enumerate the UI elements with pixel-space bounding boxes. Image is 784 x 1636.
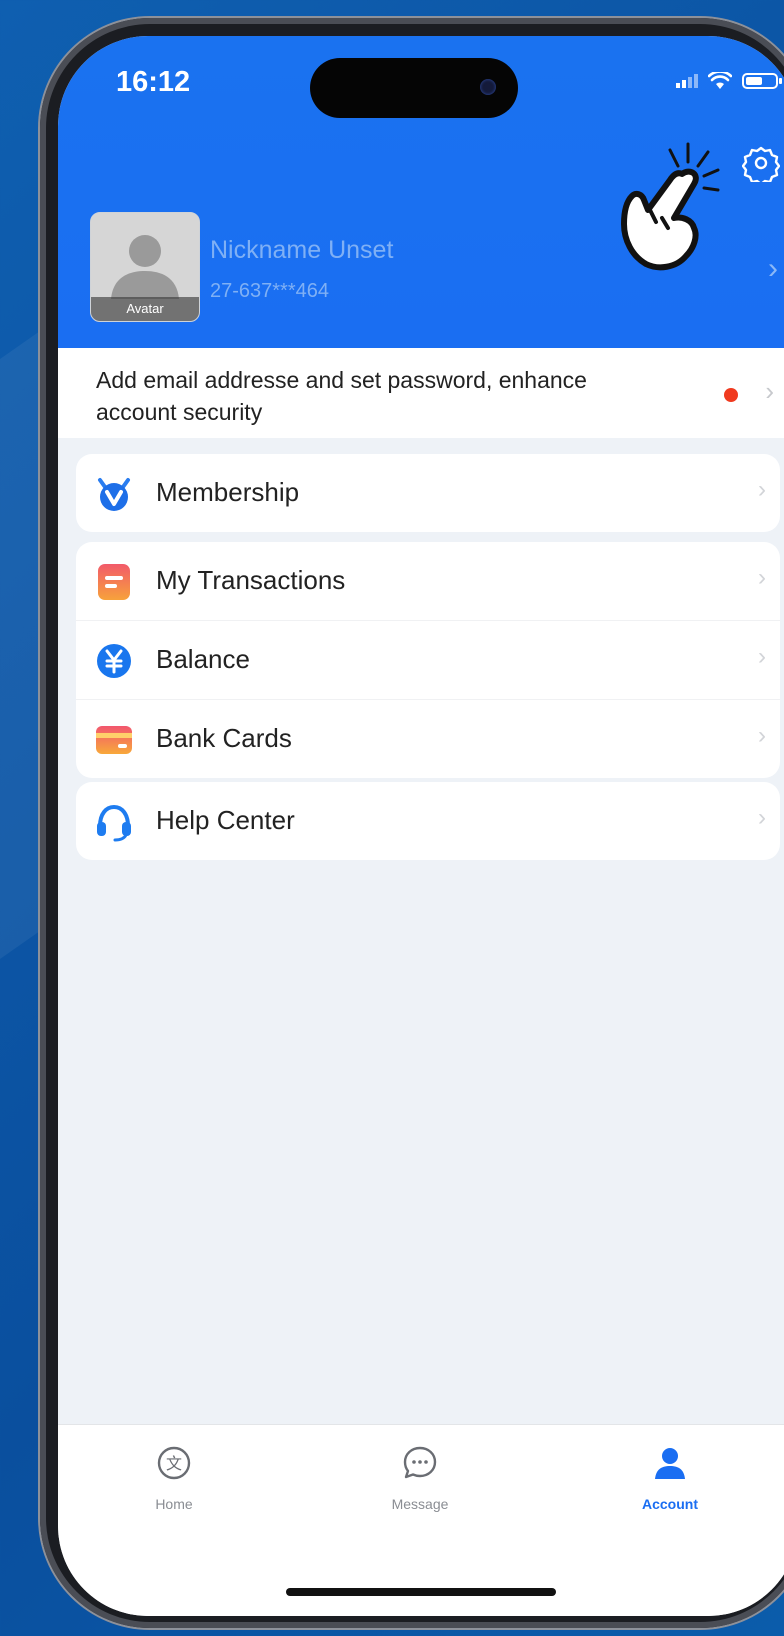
card-icon — [96, 726, 132, 754]
nickname[interactable]: Nickname Unset — [210, 236, 393, 265]
headset-icon — [97, 804, 131, 842]
membership-icon — [98, 478, 130, 511]
menu-item-bank-cards[interactable]: Bank Cards › — [76, 699, 780, 778]
menu-item-label: Help Center — [156, 805, 295, 835]
tab-message[interactable]: Message — [360, 1443, 480, 1512]
avatar-label: Avatar — [91, 297, 199, 321]
chevron-right-icon: › — [765, 376, 774, 406]
chevron-right-icon: › — [758, 643, 766, 670]
chevron-right-icon: › — [758, 564, 766, 591]
menu-item-label: Balance — [156, 644, 250, 674]
home-indicator[interactable] — [286, 1588, 556, 1596]
menu-item-label: Membership — [156, 477, 300, 507]
chevron-right-icon: › — [758, 722, 766, 749]
account-icon — [655, 1448, 685, 1479]
tab-account[interactable]: Account — [610, 1443, 730, 1512]
help-card: Help Center › — [76, 782, 780, 860]
security-prompt-text: Add email addresse and set password, enh… — [96, 367, 587, 425]
tab-label: Message — [391, 1496, 449, 1512]
menu-item-help-center[interactable]: Help Center › — [76, 782, 780, 860]
phone-number: 27-637***464 — [210, 280, 329, 302]
tab-label: Home — [155, 1496, 193, 1512]
account-header: 16:12 Avatar Nickname Unset 27-637***464… — [58, 36, 784, 348]
chevron-right-icon[interactable]: › — [768, 252, 778, 286]
svg-text:文: 文 — [166, 1454, 182, 1473]
security-prompt[interactable]: Add email addresse and set password, enh… — [58, 348, 784, 438]
membership-card: Membership › — [76, 454, 780, 532]
cellular-signal-icon — [676, 74, 698, 88]
menu-item-label: Bank Cards — [156, 723, 292, 753]
battery-icon — [742, 73, 782, 89]
message-icon — [403, 1446, 437, 1479]
camera-icon — [480, 79, 496, 95]
menu-item-balance[interactable]: Balance › — [76, 620, 780, 699]
menu-item-label: My Transactions — [156, 565, 346, 595]
tab-label: Account — [642, 1496, 698, 1512]
avatar[interactable]: Avatar — [90, 212, 200, 322]
finance-card: My Transactions › Balance › Bank Cards › — [76, 542, 780, 778]
menu-item-membership[interactable]: Membership › — [76, 454, 780, 532]
settings-gear-icon[interactable] — [742, 144, 780, 182]
wifi-icon — [708, 72, 732, 89]
transactions-icon — [98, 564, 130, 600]
phone-screen: 16:12 Avatar Nickname Unset 27-637***464… — [58, 36, 784, 1616]
chevron-right-icon: › — [758, 476, 766, 503]
dynamic-island — [310, 58, 518, 118]
tab-home[interactable]: 文 Home — [114, 1443, 234, 1512]
chevron-right-icon: › — [758, 804, 766, 831]
notification-dot — [724, 388, 738, 402]
yen-icon — [97, 644, 131, 678]
status-time: 16:12 — [116, 66, 191, 98]
home-icon: 文 — [157, 1446, 191, 1480]
tap-hand-icon — [621, 142, 720, 271]
status-icons — [676, 72, 782, 90]
menu-item-transactions[interactable]: My Transactions › — [76, 542, 780, 620]
